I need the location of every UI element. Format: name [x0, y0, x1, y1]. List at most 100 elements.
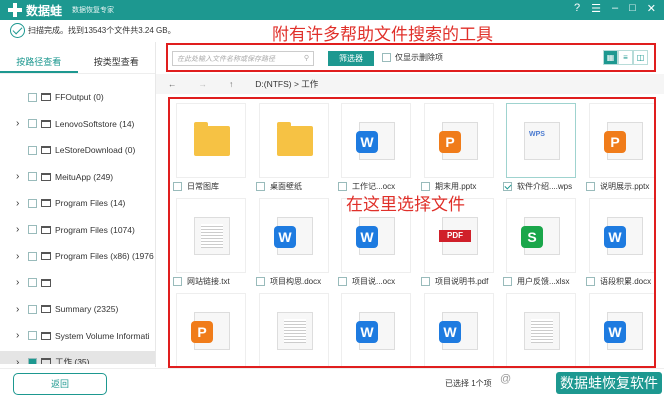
tree-item[interactable]: › Program Files (x86) (1976: [0, 245, 155, 267]
file-tile[interactable]: W: [259, 198, 329, 273]
help-icon[interactable]: ?: [574, 2, 580, 15]
file-label[interactable]: 用户反馈...xlsx: [503, 276, 583, 287]
p-file-icon: P: [439, 122, 478, 160]
checkbox[interactable]: [28, 225, 37, 234]
file-label[interactable]: 语段积累.docx: [586, 276, 654, 287]
folder-icon: [41, 358, 51, 364]
checkbox[interactable]: [28, 331, 37, 340]
filter-button[interactable]: 筛选器: [328, 51, 374, 66]
file-label[interactable]: 项目说...ocx: [338, 276, 418, 287]
tree-item[interactable]: › System Volume Informati: [0, 325, 155, 347]
file-tile[interactable]: [176, 198, 246, 273]
chevron-right-icon[interactable]: ›: [16, 198, 28, 209]
folder-icon: [41, 172, 51, 181]
file-checkbox[interactable]: [503, 182, 512, 191]
checkbox[interactable]: [28, 119, 37, 128]
file-tile[interactable]: P: [176, 293, 246, 366]
chevron-right-icon[interactable]: ›: [16, 304, 28, 315]
toolbar-annotation: 附有许多帮助文件搜索的工具: [272, 25, 493, 44]
tree-item[interactable]: ›: [0, 272, 155, 294]
file-checkbox[interactable]: [503, 277, 512, 286]
tree-item[interactable]: FFOutput (0): [0, 86, 155, 108]
file-tile[interactable]: WPS: [506, 103, 576, 178]
checkbox[interactable]: [28, 278, 37, 287]
file-checkbox[interactable]: [586, 182, 595, 191]
deleted-only-checkbox[interactable]: 仅显示删除项: [382, 52, 443, 63]
grid-view-icon[interactable]: ▦: [603, 50, 618, 65]
file-tile[interactable]: P: [424, 103, 494, 178]
tree-item[interactable]: › Program Files (14): [0, 192, 155, 214]
search-icon[interactable]: ⚲: [304, 54, 309, 63]
folder-icon: [41, 93, 51, 101]
file-label[interactable]: 软件介绍....wps: [503, 181, 583, 192]
forward-arrow-icon[interactable]: →: [199, 79, 208, 89]
chevron-right-icon[interactable]: ›: [16, 118, 28, 129]
file-checkbox[interactable]: [256, 182, 265, 191]
checkbox[interactable]: [382, 53, 391, 62]
file-checkbox[interactable]: [173, 277, 182, 286]
txt-file-icon: [524, 312, 560, 350]
checkbox[interactable]: [28, 251, 37, 261]
w-file-icon: W: [274, 217, 313, 255]
tree-item[interactable]: › Summary (2325): [0, 298, 155, 320]
file-checkbox[interactable]: [421, 277, 430, 286]
checkbox[interactable]: [28, 92, 37, 102]
folder-icon: [41, 252, 51, 260]
maximize-icon[interactable]: □: [629, 2, 636, 15]
chevron-right-icon[interactable]: ›: [16, 251, 28, 262]
file-tile[interactable]: [259, 293, 329, 366]
tree-item-label: 工作 (35): [55, 357, 90, 364]
bottom-bar: 返回 已选择 1个项 @ 数据蛙恢复软件: [0, 368, 664, 403]
tree-item[interactable]: LeStoreDownload (0): [0, 139, 155, 161]
file-tile[interactable]: [259, 103, 329, 178]
chevron-right-icon[interactable]: ›: [16, 277, 28, 288]
chevron-right-icon[interactable]: ›: [16, 171, 28, 182]
tab-by-type[interactable]: 按类型查看: [78, 50, 156, 73]
file-tile[interactable]: W: [341, 293, 411, 366]
file-tile[interactable]: W: [424, 293, 494, 366]
checkbox[interactable]: [28, 172, 37, 181]
file-tile[interactable]: W: [589, 198, 654, 273]
file-label[interactable]: 桌面壁纸: [256, 181, 336, 192]
chevron-right-icon[interactable]: ›: [16, 224, 28, 235]
file-checkbox[interactable]: [586, 277, 595, 286]
checkbox[interactable]: [28, 304, 37, 314]
tree-item[interactable]: › Program Files (1074): [0, 219, 155, 241]
file-checkbox[interactable]: [256, 277, 265, 286]
minimize-icon[interactable]: –: [612, 2, 618, 15]
file-label[interactable]: 项目说明书.pdf: [421, 276, 501, 287]
file-tile[interactable]: S: [506, 198, 576, 273]
menu-icon[interactable]: ☰: [591, 2, 601, 15]
up-arrow-icon[interactable]: ↑: [229, 79, 233, 89]
tree-item[interactable]: › MeituApp (249): [0, 166, 155, 188]
app-name: 数据蛙: [26, 3, 63, 18]
file-name: 日常图库: [187, 182, 219, 191]
file-tile[interactable]: W: [589, 293, 654, 366]
file-tile[interactable]: P: [589, 103, 654, 178]
back-arrow-icon[interactable]: ←: [168, 79, 177, 89]
close-icon[interactable]: ✕: [647, 2, 656, 15]
chevron-right-icon[interactable]: ›: [16, 330, 28, 341]
file-tile[interactable]: W: [341, 103, 411, 178]
file-label[interactable]: 日常图库: [173, 181, 253, 192]
checkbox[interactable]: [28, 357, 37, 364]
file-label[interactable]: 项目构思.docx: [256, 276, 336, 287]
list-view-icon[interactable]: ≡: [618, 50, 633, 65]
tree-item[interactable]: › LenovoSoftstore (14): [0, 113, 155, 135]
folder-icon: [41, 305, 51, 313]
file-label[interactable]: 说明展示.pptx: [586, 181, 654, 192]
tab-by-path[interactable]: 按路径查看: [0, 50, 78, 73]
tree-item[interactable]: › 工作 (35): [0, 351, 155, 364]
search-input[interactable]: 在此处输入文件名称或保存路径 ⚲: [172, 51, 314, 66]
chevron-right-icon[interactable]: ›: [16, 357, 28, 365]
file-tile[interactable]: [506, 293, 576, 366]
tree-item-label: FFOutput (0): [55, 92, 104, 102]
file-label[interactable]: 网站链接.txt: [173, 276, 253, 287]
back-button[interactable]: 返回: [13, 373, 107, 395]
checkbox[interactable]: [28, 198, 37, 208]
detail-view-icon[interactable]: ◫: [633, 50, 648, 65]
file-checkbox[interactable]: [173, 182, 182, 191]
file-tile[interactable]: [176, 103, 246, 178]
file-checkbox[interactable]: [338, 277, 347, 286]
checkbox[interactable]: [28, 145, 37, 155]
